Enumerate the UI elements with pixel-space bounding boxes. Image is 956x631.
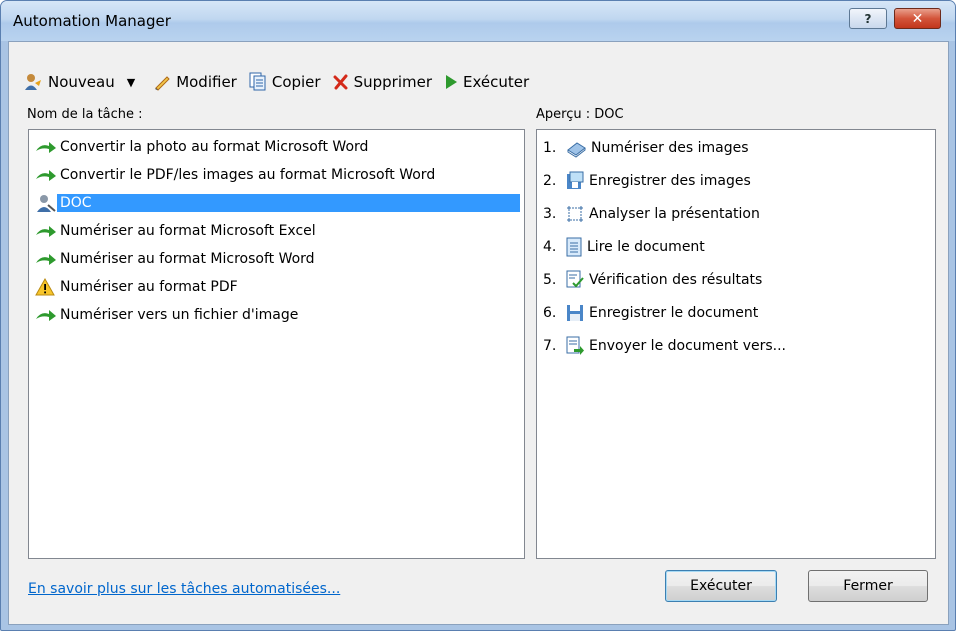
run-button[interactable]: Exécuter — [665, 570, 777, 602]
preview-panel: 1. Numériser des images 2. Enregistrer d… — [536, 129, 936, 559]
close-icon: ✕ — [911, 10, 924, 27]
save-images-icon — [567, 171, 584, 189]
delete-label: Supprimer — [353, 73, 433, 91]
green-arrow-icon — [36, 310, 56, 321]
modify-label: Modifier — [176, 73, 237, 91]
chevron-down-icon[interactable]: ▼ — [127, 76, 135, 89]
step-label: Vérification des résultats — [589, 272, 763, 288]
copy-label: Copier — [271, 73, 321, 91]
step-label: Envoyer le document vers... — [589, 338, 787, 354]
window-title: Automation Manager — [13, 12, 171, 30]
task-item[interactable]: Numériser vers un fichier d'image — [35, 304, 301, 326]
task-label: Convertir la photo au format Microsoft W… — [60, 139, 369, 155]
layout-analysis-icon — [567, 206, 583, 222]
green-arrow-icon — [36, 170, 56, 181]
step-label: Numériser des images — [591, 140, 749, 156]
preview-step: 6. Enregistrer le document — [543, 301, 758, 325]
task-list[interactable]: Convertir la photo au format Microsoft W… — [28, 129, 525, 559]
delete-button[interactable]: Supprimer — [333, 73, 432, 91]
close-button[interactable]: Fermer — [808, 570, 928, 602]
send-document-icon — [566, 336, 584, 355]
new-label: Nouveau — [48, 73, 115, 91]
task-label: DOC — [57, 194, 520, 212]
new-button[interactable]: Nouveau ▼ — [23, 72, 141, 92]
pencil-icon — [155, 76, 170, 91]
step-number: 1. — [543, 140, 557, 156]
task-label: Numériser au format Microsoft Word — [60, 251, 315, 267]
copy-button[interactable]: Copier — [249, 72, 321, 92]
step-label: Lire le document — [587, 239, 705, 255]
task-item[interactable]: Numériser au format Microsoft Excel — [35, 220, 319, 242]
step-number: 3. — [543, 206, 557, 222]
warning-icon — [35, 278, 55, 296]
step-number: 4. — [543, 239, 557, 255]
task-label: Numériser vers un fichier d'image — [60, 307, 299, 323]
verify-icon — [566, 270, 584, 288]
user-task-icon — [37, 195, 56, 212]
title-bar[interactable]: Automation Manager ? ✕ — [1, 1, 955, 41]
help-icon: ? — [864, 11, 872, 26]
run-toolbar-button[interactable]: Exécuter — [444, 73, 529, 91]
dialog-client-area: Nouveau ▼ Modifier Copier Supprimer Exéc… — [8, 41, 949, 625]
learn-more-link[interactable]: En savoir plus sur les tâches automatisé… — [28, 581, 340, 597]
scanner-icon — [567, 142, 586, 158]
read-document-icon — [566, 237, 582, 257]
save-document-icon — [567, 305, 583, 321]
preview-header: Aperçu : DOC — [536, 107, 624, 122]
preview-step: 1. Numériser des images — [543, 136, 749, 160]
toolbar: Nouveau ▼ Modifier Copier Supprimer Exéc… — [23, 71, 541, 93]
preview-step: 2. Enregistrer des images — [543, 169, 751, 193]
preview-step: 5. Vérification des résultats — [543, 268, 762, 292]
task-item[interactable]: Numériser au format Microsoft Word — [35, 248, 318, 270]
green-arrow-icon — [36, 226, 56, 237]
task-label: Convertir le PDF/les images au format Mi… — [60, 167, 436, 183]
step-label: Analyser la présentation — [589, 206, 760, 222]
automation-manager-window: Automation Manager ? ✕ Nouveau ▼ Modifie… — [0, 0, 956, 631]
step-number: 2. — [543, 173, 557, 189]
help-button[interactable]: ? — [849, 8, 887, 29]
task-item-selected[interactable]: DOC — [35, 192, 520, 214]
delete-x-icon — [333, 74, 348, 90]
new-task-icon — [25, 74, 41, 90]
green-arrow-icon — [36, 254, 56, 265]
task-item[interactable]: Convertir la photo au format Microsoft W… — [35, 136, 371, 158]
step-label: Enregistrer le document — [589, 305, 759, 321]
green-arrow-icon — [36, 142, 56, 153]
step-label: Enregistrer des images — [589, 173, 751, 189]
close-window-button[interactable]: ✕ — [894, 8, 941, 29]
preview-step: 7. Envoyer le document vers... — [543, 334, 786, 358]
task-label: Numériser au format Microsoft Excel — [60, 223, 316, 239]
step-number: 7. — [543, 338, 557, 354]
run-label: Exécuter — [463, 73, 530, 91]
play-icon — [446, 75, 458, 89]
copy-icon — [249, 72, 266, 91]
modify-button[interactable]: Modifier — [153, 73, 237, 91]
preview-step: 3. Analyser la présentation — [543, 202, 760, 226]
task-item[interactable]: Numériser au format PDF — [35, 276, 241, 298]
step-number: 6. — [543, 305, 557, 321]
task-name-header: Nom de la tâche : — [27, 107, 143, 122]
task-item[interactable]: Convertir le PDF/les images au format Mi… — [35, 164, 438, 186]
step-number: 5. — [543, 272, 557, 288]
preview-step: 4. Lire le document — [543, 235, 705, 259]
task-label: Numériser au format PDF — [60, 279, 238, 295]
